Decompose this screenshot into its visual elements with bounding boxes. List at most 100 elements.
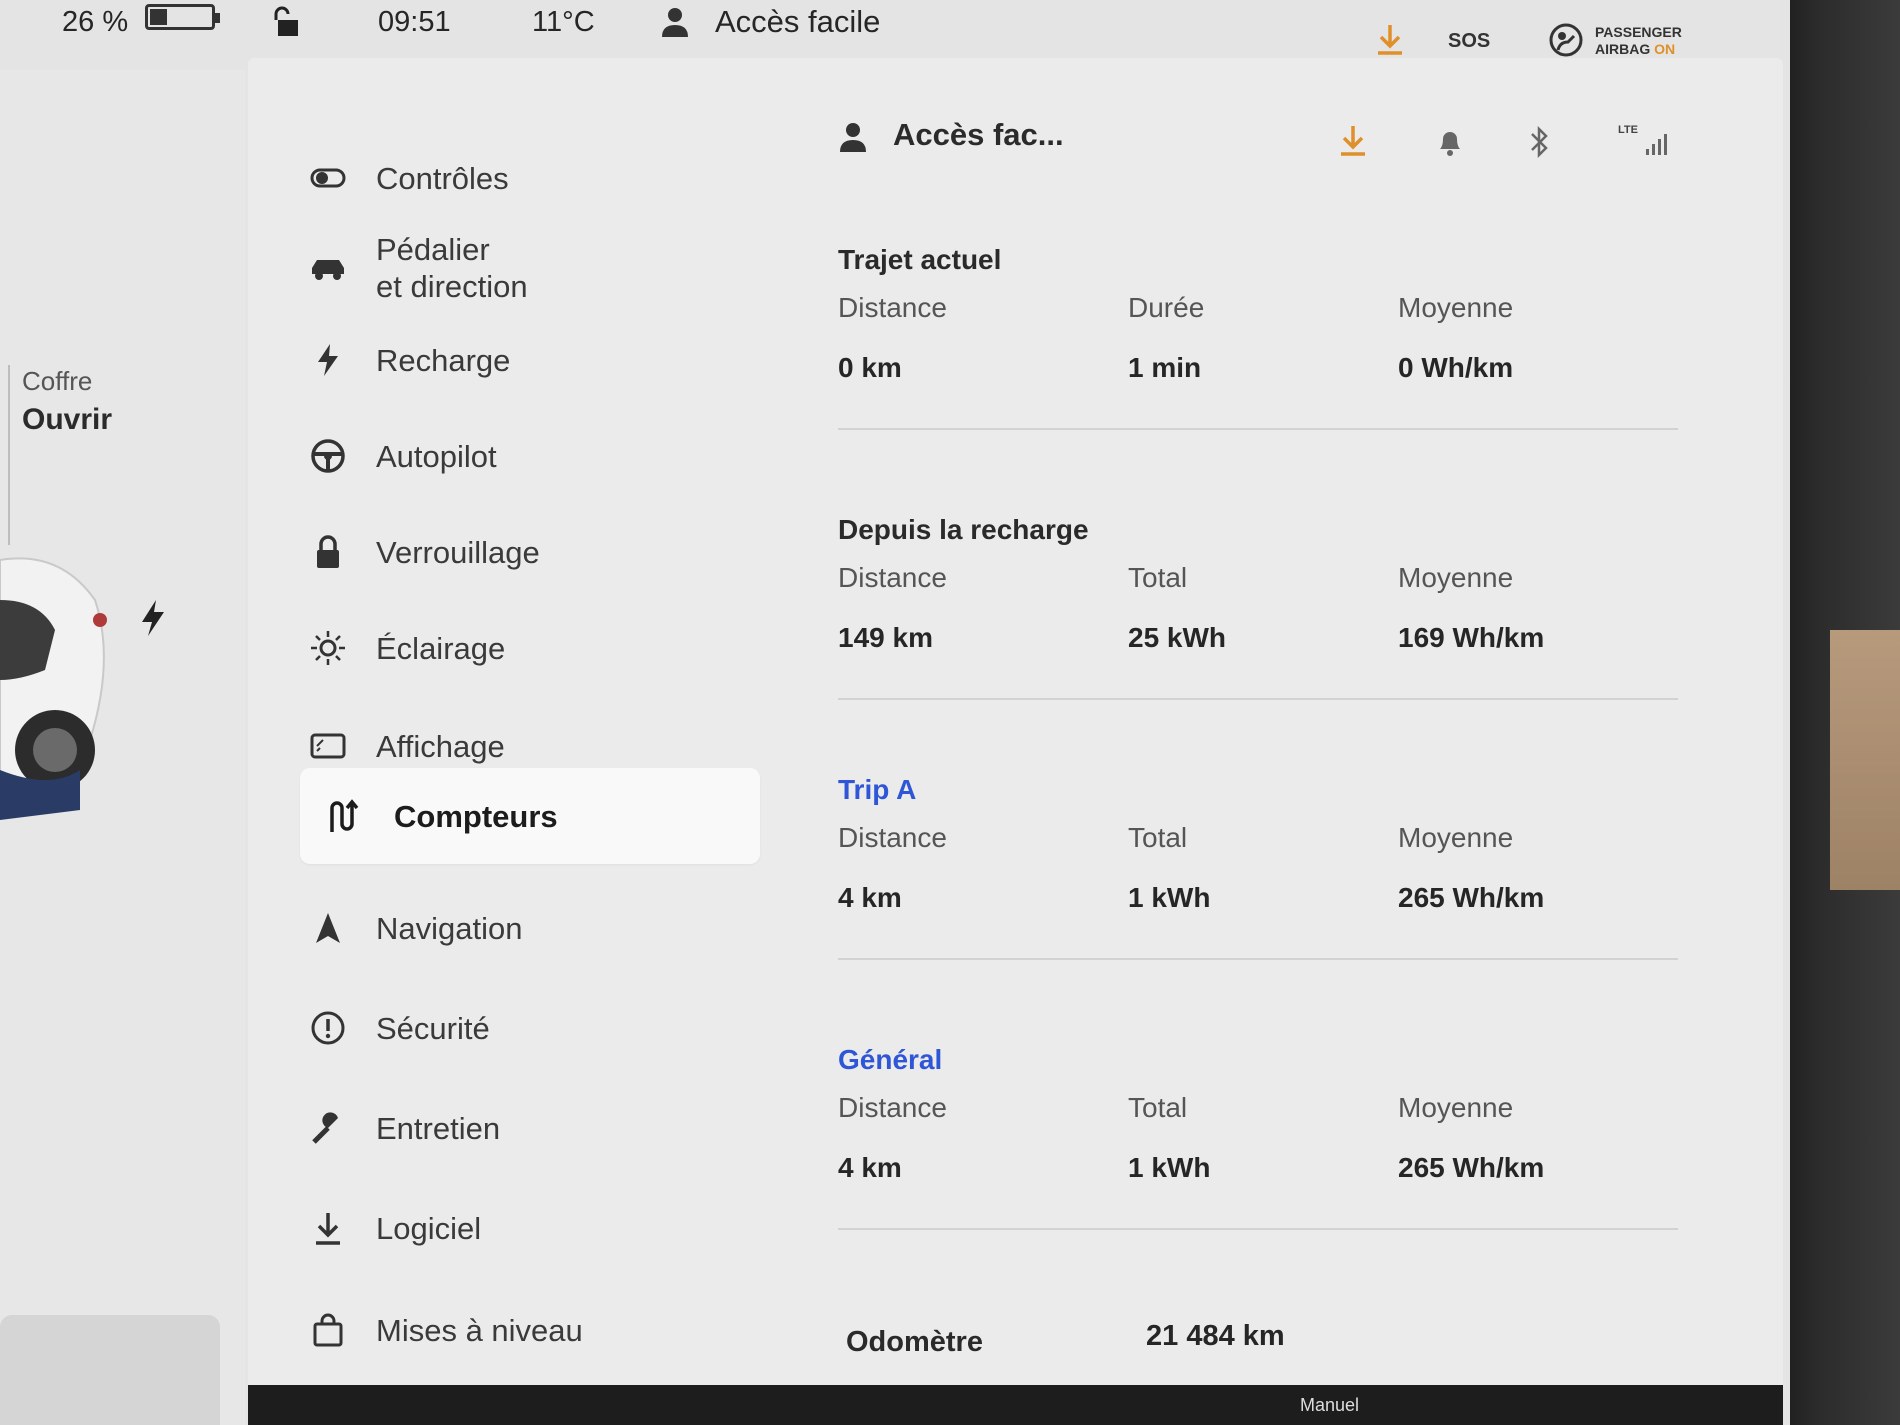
bolt-icon (318, 344, 338, 376)
section-general[interactable]: Général Distance Total Moyenne 4 km 1 kW… (838, 1038, 1698, 1230)
stat-label: Distance (838, 822, 947, 853)
menu-item-logiciel[interactable]: Logiciel (308, 1188, 768, 1268)
lte-label: LTE (1618, 124, 1638, 136)
section-current-trip: Trajet actuel Distance Durée Moyenne 0 k… (838, 238, 1698, 430)
unlocked-icon[interactable] (272, 4, 306, 38)
stat-label: Moyenne (1398, 562, 1514, 593)
airbag-line1: PASSENGER (1595, 24, 1682, 40)
trunk-divider (8, 365, 10, 545)
alert-circle-icon (311, 1011, 345, 1045)
settings-panel: Contrôles Pédalier et direction Recharge … (248, 58, 1783, 1425)
section-since-charge: Depuis la recharge Distance Total Moyenn… (838, 508, 1698, 700)
stat-labels-row: Distance Total Moyenne (838, 1082, 1698, 1142)
stat-value: 0 km (838, 352, 902, 383)
section-title: Trajet actuel (838, 244, 1002, 275)
menu-item-pedalier[interactable]: Pédalier et direction (308, 218, 768, 318)
stat-value: 4 km (838, 882, 902, 913)
airbag-icon (1549, 23, 1583, 57)
download-icon (316, 1213, 340, 1245)
section-divider (838, 958, 1678, 960)
sos-button[interactable]: SOS (1448, 30, 1490, 53)
lock-icon (317, 535, 339, 568)
menu-item-label: Autopilot (376, 438, 497, 474)
stat-value: 169 Wh/km (1398, 622, 1545, 653)
outside-temperature: 11°C (532, 6, 595, 38)
menu-item-label: Navigation (376, 910, 523, 946)
trunk-open-button[interactable]: Ouvrir (22, 403, 112, 437)
stat-label: Total (1128, 562, 1188, 593)
charging-bolt-icon (142, 600, 164, 636)
car-icon (312, 260, 344, 280)
section-trip-a[interactable]: Trip A Distance Total Moyenne 4 km 1 kWh… (838, 768, 1698, 960)
battery-percent: 26 % (62, 6, 129, 38)
menu-item-autopilot[interactable]: Autopilot (308, 416, 768, 496)
sun-icon (311, 631, 345, 665)
menu-item-compteurs[interactable]: Compteurs (300, 768, 760, 864)
menu-item-recharge[interactable]: Recharge (308, 320, 768, 400)
stat-label: Durée (1128, 292, 1205, 323)
stat-values-row: 4 km 1 kWh 265 Wh/km (838, 1142, 1698, 1202)
stat-value: 1 min (1128, 352, 1202, 383)
odometer-label: Odomètre (846, 1326, 983, 1358)
stat-label: Distance (838, 562, 947, 593)
stat-label: Total (1128, 1092, 1188, 1123)
dashboard-wood-trim (1830, 630, 1900, 890)
menu-item-entretien[interactable]: Entretien (308, 1088, 768, 1168)
menu-item-verrouillage[interactable]: Verrouillage (308, 512, 768, 592)
bell-icon[interactable] (1436, 127, 1464, 157)
person-icon[interactable] (660, 6, 690, 38)
bluetooth-icon[interactable] (1528, 125, 1552, 159)
menu-item-label-line2: et direction (376, 269, 528, 304)
download-icon[interactable] (1338, 123, 1368, 157)
menu-item-navigation[interactable]: Navigation (308, 888, 768, 968)
section-divider (838, 428, 1678, 430)
clock: 09:51 (378, 6, 451, 38)
car-image (0, 557, 107, 820)
stat-values-row: 149 km 25 kWh 169 Wh/km (838, 612, 1698, 672)
driver-profile-name[interactable]: Accès facile (715, 2, 880, 42)
trip-a-reset-link[interactable]: Trip A (838, 768, 1698, 812)
seats-image (0, 1315, 220, 1425)
stat-labels-row: Distance Durée Moyenne (838, 282, 1698, 342)
passenger-airbag-status: PASSENGER AIRBAG ON (1595, 24, 1682, 58)
stat-label: Total (1128, 822, 1188, 853)
menu-item-label: Sécurité (376, 1010, 490, 1046)
download-icon[interactable] (1375, 22, 1405, 56)
trunk-label: Coffre (22, 366, 93, 396)
odometer-row: Odomètre 21 484 km (846, 1320, 1706, 1380)
toggle-icon (310, 168, 346, 188)
menu-item-mises-a-niveau[interactable]: Mises à niveau (308, 1290, 768, 1370)
menu-item-label: Entretien (376, 1110, 501, 1146)
odometer-value: 21 484 km (1146, 1320, 1285, 1352)
menu-item-label: Pédalier et direction (376, 231, 528, 305)
steering-wheel-icon (311, 439, 345, 473)
airbag-label: AIRBAG (1595, 41, 1651, 57)
menu-item-eclairage[interactable]: Éclairage (308, 608, 768, 688)
stat-labels-row: Distance Total Moyenne (838, 552, 1698, 612)
menu-item-label: Compteurs (394, 798, 558, 834)
menu-item-label: Mises à niveau (376, 1312, 583, 1348)
navigation-arrow-icon (316, 913, 340, 943)
menu-item-controles[interactable]: Contrôles (308, 138, 768, 218)
stat-value: 25 kWh (1128, 622, 1227, 653)
airbag-line2: AIRBAG ON (1595, 41, 1682, 58)
general-reset-link[interactable]: Général (838, 1038, 1698, 1082)
stat-label: Distance (838, 1092, 947, 1123)
display-icon (310, 733, 346, 759)
lte-signal-icon: LTE (1618, 124, 1667, 155)
stat-label: Moyenne (1398, 292, 1514, 323)
car-overview-panel: Coffre Ouvrir (0, 70, 245, 1425)
section-divider (838, 1228, 1678, 1230)
stat-values-row: 4 km 1 kWh 265 Wh/km (838, 872, 1698, 932)
menu-item-securite[interactable]: Sécurité (308, 988, 768, 1068)
person-icon[interactable] (838, 121, 868, 153)
battery-icon (145, 4, 220, 30)
wrench-icon (312, 1112, 338, 1144)
touchscreen: 26 % 09:51 11°C Accès facile SOS PASSENG… (0, 0, 1790, 1425)
driver-profile-name[interactable]: Accès fac... (893, 117, 1064, 153)
stat-value: 4 km (838, 1152, 902, 1183)
bottom-bar (248, 1385, 1783, 1425)
stat-value: 1 kWh (1128, 882, 1211, 913)
menu-item-label-line1: Pédalier (376, 232, 490, 267)
stat-label: Moyenne (1398, 1092, 1514, 1123)
